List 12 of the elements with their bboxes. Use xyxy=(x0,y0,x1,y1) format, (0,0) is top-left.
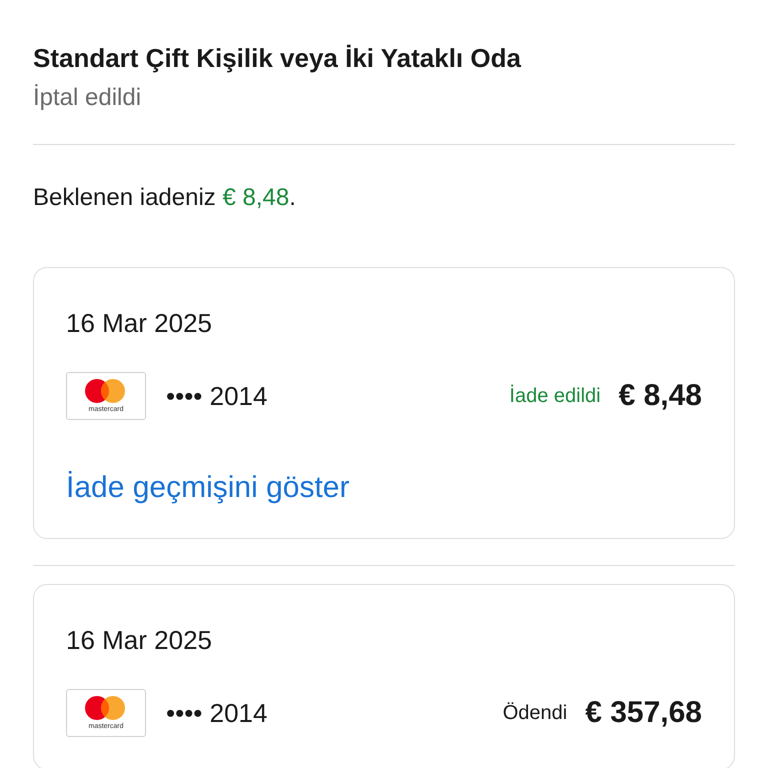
refund-history-link[interactable]: İade geçmişini göster xyxy=(66,470,350,506)
payment-date: 16 Mar 2025 xyxy=(66,307,213,340)
room-title: Standart Çift Kişilik veya İki Yataklı Oda xyxy=(33,42,522,75)
payment-status: Ödendi xyxy=(502,702,568,724)
card-number: •••• 2014 xyxy=(166,698,268,728)
expected-refund-text: Beklenen iadeniz € 8,48. xyxy=(33,183,297,213)
payment-amount: € 8,48 xyxy=(618,379,702,413)
card-number: •••• 2014 xyxy=(166,380,268,412)
booking-status: İptal edildi xyxy=(33,83,142,113)
payment-date: 16 Mar 2025 xyxy=(66,624,213,657)
payment-status: İade edildi xyxy=(509,384,601,408)
payment-amount: € 357,68 xyxy=(585,696,702,730)
